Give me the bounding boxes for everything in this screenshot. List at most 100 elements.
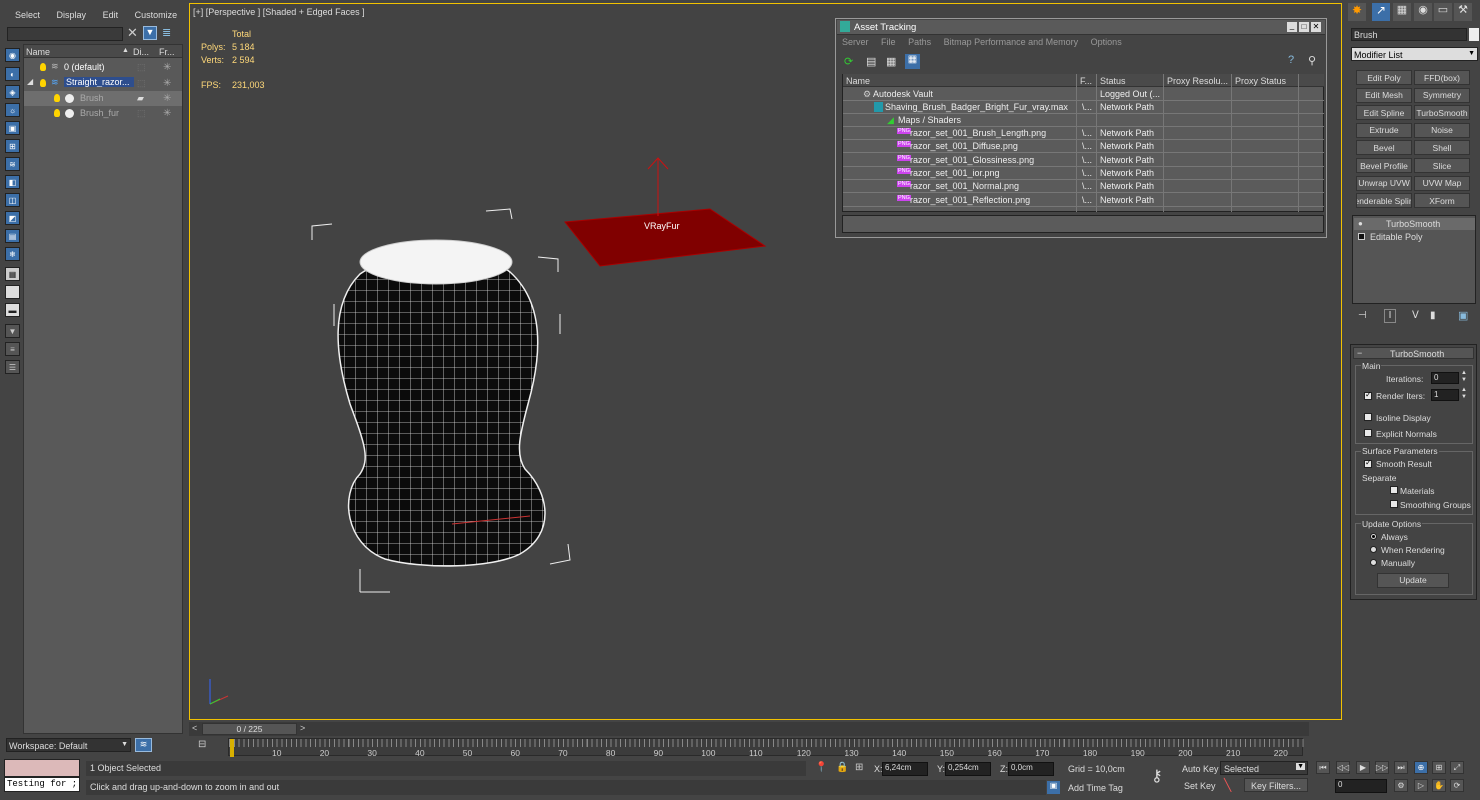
asset-menu-paths[interactable]: Paths xyxy=(908,37,931,47)
workspace-dropdown[interactable]: Workspace: Default ▼ xyxy=(6,738,131,752)
freeze-toggle-icon[interactable]: ✳ xyxy=(163,62,171,73)
next-frame-icon[interactable]: ▷▷ xyxy=(1375,761,1389,774)
key-icon[interactable]: ⚷ xyxy=(1151,766,1163,786)
motion-tab-icon[interactable]: ◉ xyxy=(1414,3,1432,21)
freeze-toggle-icon[interactable]: ✳ xyxy=(163,93,171,104)
when-rendering-radio[interactable] xyxy=(1370,546,1377,553)
go-to-start-icon[interactable]: ⏮ xyxy=(1316,761,1330,774)
scene-row-brush[interactable]: Brush ▰ ✳ xyxy=(24,91,182,106)
scene-row-layer-razor[interactable]: ◢ ≋ Straight_razor... ⬚ ✳ xyxy=(24,76,182,91)
display-cameras-icon[interactable]: ▣ xyxy=(5,121,20,135)
time-slider[interactable]: < 0 / 225 > xyxy=(189,722,1309,736)
scene-search-input[interactable] xyxy=(7,27,123,41)
object-name-field[interactable]: Brush xyxy=(1351,28,1467,41)
utilities-tab-icon[interactable]: ⚒ xyxy=(1454,3,1472,21)
display-bones-icon[interactable]: ◩ xyxy=(5,211,20,225)
absolute-mode-icon[interactable]: ⊞ xyxy=(855,762,863,773)
header-name[interactable]: Name xyxy=(26,47,50,57)
bulb-icon[interactable] xyxy=(54,109,60,119)
close-icon[interactable]: ✕ xyxy=(127,25,138,41)
display-geometry-icon[interactable]: ◐ xyxy=(5,67,20,81)
track-bar-current-frame[interactable] xyxy=(230,739,234,757)
scene-row-layer-default[interactable]: ≋ 0 (default) ⬚ ✳ xyxy=(24,60,182,75)
make-unique-icon[interactable]: Ⅴ xyxy=(1412,310,1419,321)
display-lights-icon[interactable]: ☼ xyxy=(5,103,20,117)
vrayfur-plane[interactable] xyxy=(564,157,767,267)
asset-row-max[interactable]: Shaving_Brush_Badger_Bright_Fur_vray.max… xyxy=(843,101,1324,114)
spinner-arrows-icon[interactable]: ▲ ▼ xyxy=(1461,370,1467,384)
zoom-icon[interactable]: ⊞ xyxy=(1432,761,1446,774)
layer-explorer-icon[interactable]: ≋ xyxy=(135,738,152,752)
modifier-button[interactable]: Unwrap UVW xyxy=(1356,175,1412,191)
modifier-button[interactable]: Shell xyxy=(1414,140,1470,156)
modifier-button[interactable]: Noise xyxy=(1414,122,1470,138)
close-button[interactable]: ✕ xyxy=(1311,22,1321,32)
default-tangents-icon[interactable]: ╲ xyxy=(1224,778,1231,792)
display-containers-icon[interactable]: ▤ xyxy=(5,229,20,243)
display-frozen-icon[interactable]: ❄ xyxy=(5,247,20,261)
x-coord-field[interactable]: 6,24cm xyxy=(882,762,928,776)
table-view-icon[interactable]: ▦ xyxy=(905,54,920,69)
rollout-header[interactable]: − TurboSmooth xyxy=(1353,347,1474,359)
bulb-icon[interactable] xyxy=(54,94,60,104)
go-to-end-icon[interactable]: ⏭ xyxy=(1394,761,1408,774)
display-shapes-icon[interactable]: ◈ xyxy=(5,85,20,99)
render-iters-checkbox[interactable] xyxy=(1364,390,1372,400)
render-iters-spinner[interactable]: 1 xyxy=(1431,389,1459,401)
key-filters-button[interactable]: Key Filters... xyxy=(1244,778,1308,792)
asset-row-png[interactable]: PNG razor_set_001_ior.png \... Network Path xyxy=(843,167,1324,180)
options-icon[interactable]: ☰ xyxy=(5,360,20,374)
freeze-toggle-icon[interactable]: ✳ xyxy=(163,108,171,119)
col-f[interactable]: F... xyxy=(1080,76,1092,86)
stack-item-editable-poly[interactable]: Editable Poly xyxy=(1354,231,1475,243)
scene-row-brush-fur[interactable]: Brush_fur ⬚ ✳ xyxy=(24,106,182,121)
modifier-button[interactable]: Extrude xyxy=(1356,122,1412,138)
key-mode-dropdown[interactable]: Selected ▼ xyxy=(1220,761,1308,775)
hierarchy-tab-icon[interactable]: ▦ xyxy=(1393,3,1411,21)
zoom-extents-icon[interactable]: ⊕ xyxy=(1414,761,1428,774)
modifier-button[interactable]: Bevel Profile xyxy=(1356,158,1412,173)
pan-view-icon[interactable]: ✋ xyxy=(1432,779,1446,792)
filter-funnel-icon[interactable]: ▼ xyxy=(5,324,20,338)
modifier-button[interactable]: Bevel xyxy=(1356,140,1412,156)
display-toggle-icon[interactable]: ⬚ xyxy=(137,78,146,89)
refresh-icon[interactable]: ⟳ xyxy=(844,55,853,68)
maxscript-listener[interactable] xyxy=(4,759,80,777)
list-icon[interactable]: ▤ xyxy=(866,55,876,68)
z-coord-field[interactable]: 0,0cm xyxy=(1008,762,1054,776)
current-frame-field[interactable]: 0 xyxy=(1335,779,1387,793)
freeze-toggle-icon[interactable]: ✳ xyxy=(163,78,171,89)
modifier-button[interactable]: Edit Mesh xyxy=(1356,87,1412,103)
orbit-icon[interactable]: ⟳ xyxy=(1450,779,1464,792)
display-invert-icon[interactable]: ▬ xyxy=(5,303,20,317)
layers-icon[interactable]: ≣ xyxy=(162,26,176,40)
menu-display[interactable]: Display xyxy=(57,10,87,20)
lightbulb-icon[interactable]: ● xyxy=(1358,219,1363,228)
modifier-button[interactable]: UVW Map xyxy=(1414,175,1470,191)
header-display[interactable]: Di... xyxy=(133,47,149,57)
expand-icon[interactable] xyxy=(1358,233,1365,240)
add-time-tag[interactable]: Add Time Tag xyxy=(1068,783,1123,793)
time-slider-thumb[interactable]: 0 / 225 xyxy=(202,723,297,735)
help-icon[interactable]: ? xyxy=(1288,54,1294,66)
next-frame-button[interactable]: > xyxy=(300,723,305,733)
asset-row-vault[interactable]: ⚙ Autodesk Vault Logged Out (... xyxy=(843,88,1324,101)
sort-icon[interactable]: ≡ xyxy=(5,342,20,356)
previous-frame-icon[interactable]: ◁◁ xyxy=(1336,761,1350,774)
modifier-list-dropdown[interactable]: Modifier List ▼ xyxy=(1351,47,1478,61)
asset-row-png[interactable]: PNG razor_set_001_Normal.png \... Network P… xyxy=(843,180,1324,194)
menu-select[interactable]: Select xyxy=(15,10,40,20)
asset-row-png[interactable]: PNG razor_set_001_Glossiness.png \... Netwo… xyxy=(843,154,1324,167)
col-name[interactable]: Name xyxy=(846,76,870,86)
modifier-button[interactable]: FFD(box) xyxy=(1414,70,1470,85)
manually-radio[interactable] xyxy=(1370,559,1377,566)
header-freeze[interactable]: Fr... xyxy=(159,47,175,57)
maximize-viewport-icon[interactable]: ⤢ xyxy=(1450,761,1464,774)
modifier-button[interactable]: XForm xyxy=(1414,193,1470,209)
asset-row-png[interactable]: PNG razor_set_001_Reflection.png \... Netwo… xyxy=(843,194,1324,207)
display-toggle-icon[interactable]: ⬚ xyxy=(137,108,146,119)
asset-menu-bitmap[interactable]: Bitmap Performance and Memory xyxy=(944,37,1079,47)
display-all-icon[interactable]: ▦ xyxy=(5,267,20,281)
modifier-button[interactable]: Symmetry xyxy=(1414,87,1470,103)
display-none-icon[interactable] xyxy=(5,285,20,299)
